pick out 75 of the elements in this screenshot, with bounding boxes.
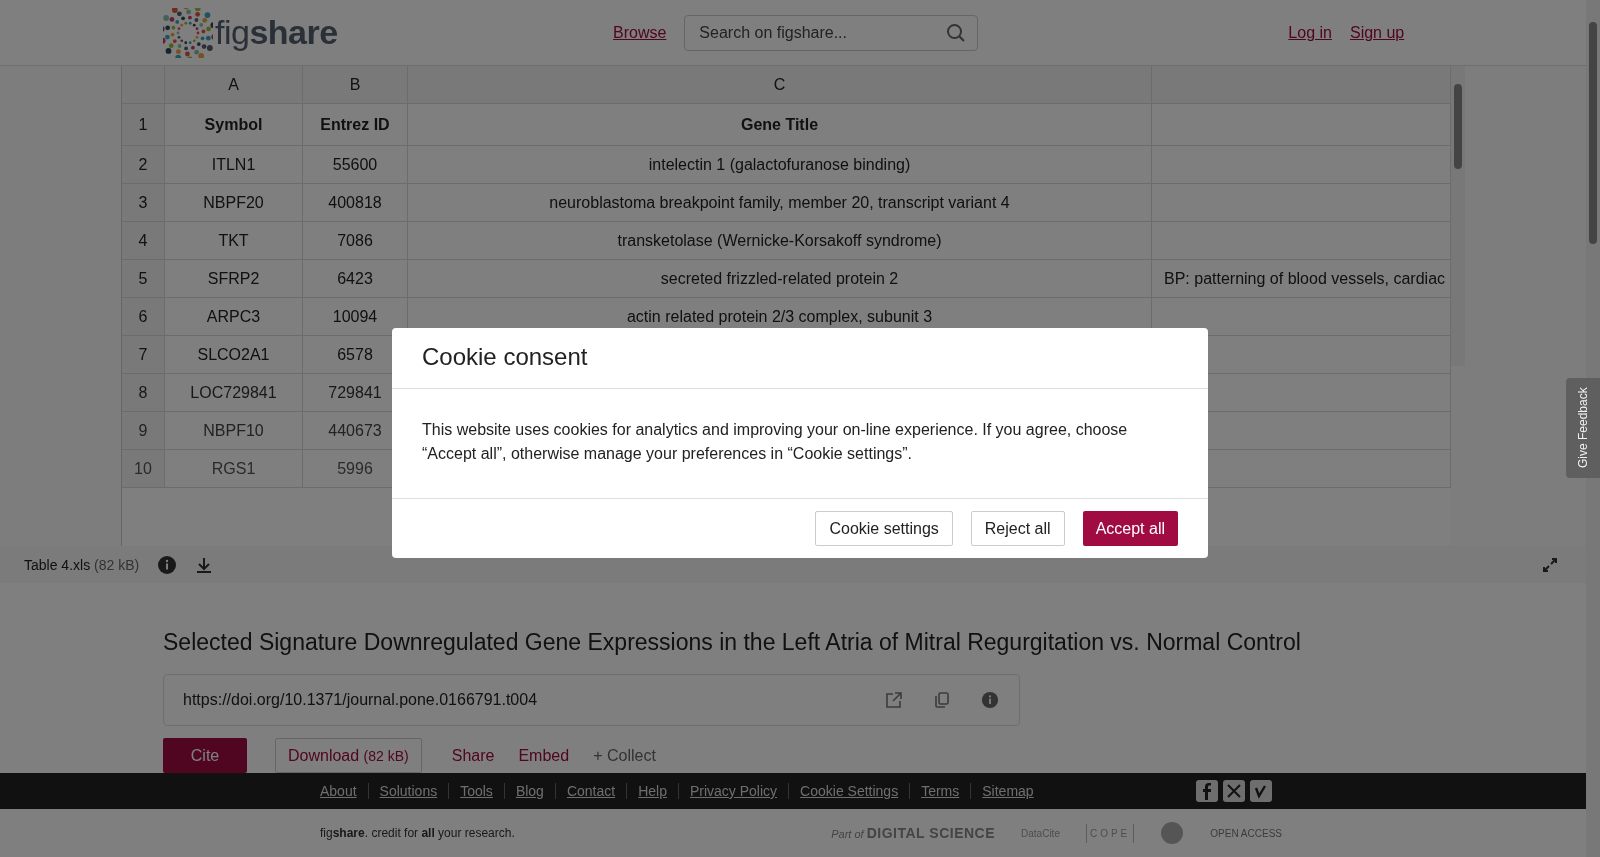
- partner-logo[interactable]: OPEN ACCESS: [1210, 827, 1282, 839]
- table-cell: Gene Title: [408, 104, 1152, 145]
- copy-icon[interactable]: [933, 691, 951, 709]
- doi-link[interactable]: https://doi.org/10.1371/journal.pone.0166791.t004: [183, 691, 538, 709]
- info-icon[interactable]: [157, 554, 178, 575]
- vimeo-icon[interactable]: [1250, 780, 1272, 802]
- row-number: 1: [122, 104, 165, 145]
- partner-text: Part of: [831, 828, 864, 840]
- item-title: Selected Signature Downregulated Gene Expressions in the Left Atria of Mitral Regurgitation vs. Normal Control: [163, 629, 1302, 656]
- table-cell: Symbol: [165, 104, 303, 145]
- action-link[interactable]: Embed: [506, 738, 582, 773]
- facebook-icon[interactable]: [1196, 780, 1218, 802]
- table-cell: ITLN1: [165, 146, 303, 183]
- collect-button[interactable]: + Collect: [581, 738, 668, 773]
- table-cell: TKT: [165, 222, 303, 259]
- table-cell: Entrez ID: [303, 104, 408, 145]
- scrollbar[interactable]: [1451, 66, 1465, 366]
- table-cell: ARPC3: [165, 298, 303, 335]
- footer-tagline: figshare. credit for all your research.: [320, 826, 515, 840]
- table-cell: SLCO2A1: [165, 336, 303, 373]
- row-number: 3: [122, 184, 165, 221]
- search-icon[interactable]: [946, 22, 967, 43]
- download-button[interactable]: Download (82 kB): [275, 738, 422, 773]
- footer-link[interactable]: Solutions: [367, 783, 449, 799]
- table-cell: LOC729841: [165, 374, 303, 411]
- cite-button[interactable]: Cite: [163, 738, 247, 773]
- partner-logo[interactable]: DIGITAL SCIENCE: [866, 825, 996, 841]
- row-number: 9: [122, 412, 165, 449]
- row-number: 8: [122, 374, 165, 411]
- footer-link[interactable]: Terms: [909, 783, 971, 799]
- footer-link[interactable]: Cookie Settings: [788, 783, 910, 799]
- dialog-button[interactable]: Cookie settings: [815, 511, 953, 546]
- auth-link[interactable]: Sign up: [1349, 23, 1405, 42]
- accept-button[interactable]: Accept all: [1082, 511, 1178, 546]
- external-link-icon[interactable]: [885, 691, 903, 709]
- row-number: 7: [122, 336, 165, 373]
- footer-link[interactable]: Tools: [448, 783, 504, 799]
- table-cell: 400818: [303, 184, 408, 221]
- dialog-title: Cookie consent: [392, 328, 1208, 389]
- table-cell: transketolase (Wernicke-Korsakoff syndrome): [408, 222, 1152, 259]
- table-cell: NBPF20: [165, 184, 303, 221]
- auth-link[interactable]: Log in: [1288, 23, 1332, 42]
- table-cell: secreted frizzled-related protein 2: [408, 260, 1152, 297]
- site-logo[interactable]: figshare: [215, 13, 338, 52]
- dialog-button[interactable]: Reject all: [970, 511, 1065, 546]
- table-cell: 6423: [303, 260, 408, 297]
- row-number: 5: [122, 260, 165, 297]
- table-cell: NBPF10: [165, 412, 303, 449]
- row-number: 6: [122, 298, 165, 335]
- table-cell: RGS1: [165, 450, 303, 487]
- table-cell: neuroblastoma breakpoint family, member 20, transcript variant 4: [408, 184, 1152, 221]
- x-icon[interactable]: [1223, 780, 1245, 802]
- footer-link[interactable]: Help: [626, 783, 678, 799]
- footer-link[interactable]: Contact: [554, 783, 627, 799]
- footer-link[interactable]: Privacy Policy: [677, 783, 789, 799]
- row-number: 10: [122, 450, 165, 487]
- action-link[interactable]: Share: [439, 738, 507, 773]
- download-icon[interactable]: [195, 555, 214, 574]
- footer-link[interactable]: About: [320, 783, 368, 799]
- dialog-text: This website uses cookies for analytics and improving your on-line experience. If you agree, choose “Accept all”, otherwise manage your preferences in “Cookie settings”.: [392, 389, 1208, 499]
- search-field[interactable]: Search on figshare...: [684, 14, 979, 51]
- table-cell: SFRP2: [165, 260, 303, 297]
- feedback-tab[interactable]: Give Feedback: [1566, 378, 1600, 478]
- table-cell: 55600: [303, 146, 408, 183]
- row-number: 2: [122, 146, 165, 183]
- fullscreen-icon[interactable]: [1542, 556, 1558, 573]
- table-cell: intelectin 1 (galactofuranose binding): [408, 146, 1152, 183]
- table-cell: 7086: [303, 222, 408, 259]
- file-name: Table 4.xls (82 kB): [24, 556, 140, 573]
- footer-link[interactable]: Blog: [503, 783, 555, 799]
- footer-link[interactable]: Sitemap: [970, 783, 1045, 799]
- row-number: 4: [122, 222, 165, 259]
- info-icon[interactable]: [981, 691, 999, 709]
- logo-icon[interactable]: [163, 7, 213, 58]
- browse-link[interactable]: Browse: [613, 23, 667, 42]
